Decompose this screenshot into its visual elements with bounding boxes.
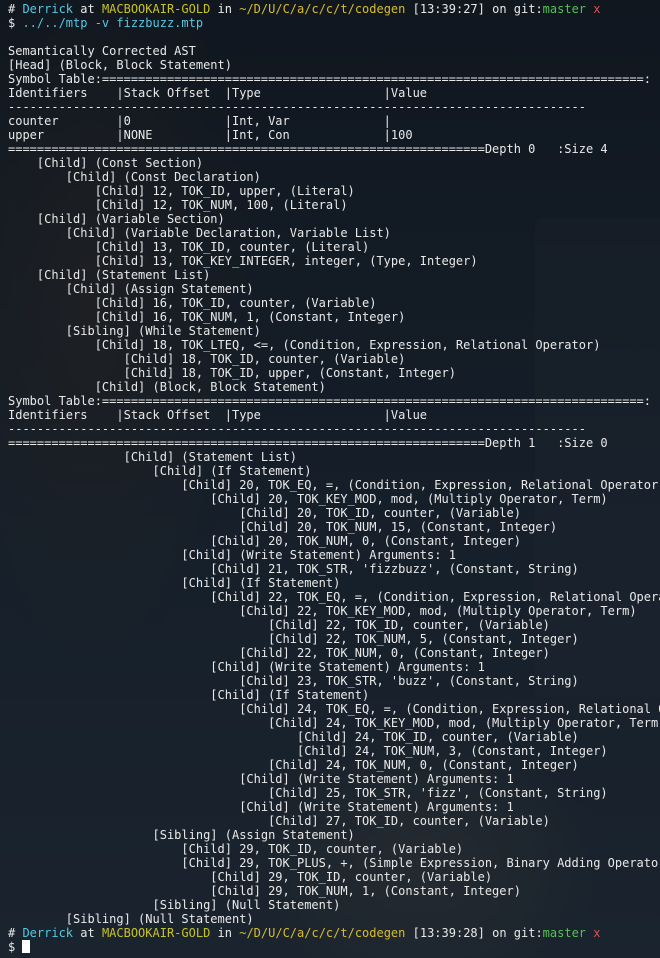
prompt-on-git: on git: xyxy=(484,2,543,16)
prompt-on-git: on git: xyxy=(484,926,543,940)
prompt-in: in xyxy=(210,2,240,16)
prompt-path: ~/D/U/C/a/c/c/t/codegen xyxy=(239,926,406,940)
output-line: Symbol Table:===========================… xyxy=(8,394,651,408)
output-line: [Child] (Write Statement) Arguments: 1 xyxy=(8,548,456,562)
output-line: [Child] 21, TOK_STR, 'fizzbuzz', (Consta… xyxy=(8,562,579,576)
prompt-hash: # xyxy=(8,2,23,16)
terminal-window[interactable]: # Derrick at MACBOOKAIR-GOLD in ~/D/U/C/… xyxy=(0,0,660,958)
prompt-branch: master xyxy=(542,926,587,940)
prompt-hash: # xyxy=(8,926,23,940)
output-line: [Sibling] (Assign Statement) xyxy=(8,828,355,842)
prompt-time: [13:39:27] xyxy=(405,2,485,16)
prompt-user: Derrick xyxy=(22,926,74,940)
output-line: [Child] 18, TOK_LTEQ, <=, (Condition, Ex… xyxy=(8,338,601,352)
output-line: [Child] (Write Statement) Arguments: 1 xyxy=(8,772,514,786)
output-line: [Child] (Statement List) xyxy=(8,268,211,282)
prompt-dirty-mark: x xyxy=(586,2,601,16)
output-line: [Child] 20, TOK_NUM, 0, (Constant, Integ… xyxy=(8,534,521,548)
command-text: ../../mtp -v fizzbuzz.mtp xyxy=(22,16,204,30)
input-line[interactable]: $ xyxy=(8,940,660,954)
output-line: [Child] 12, TOK_NUM, 100, (Literal) xyxy=(8,198,348,212)
prompt-user: Derrick xyxy=(22,2,74,16)
output-line: [Child] 20, TOK_ID, counter, (Variable) xyxy=(8,506,521,520)
output-line: [Sibling] (Null Statement) xyxy=(8,912,254,926)
output-line: [Child] (Variable Section) xyxy=(8,212,225,226)
output-line: [Child] 24, TOK_EQ, =, (Condition, Expre… xyxy=(8,702,660,716)
output-line: Identifiers |Stack Offset |Type |Value xyxy=(8,408,428,422)
output-line: [Child] 22, TOK_ID, counter, (Variable) xyxy=(8,618,550,632)
output-line: [Child] 18, TOK_ID, counter, (Variable) xyxy=(8,352,406,366)
output-line: [Child] (If Statement) xyxy=(8,576,341,590)
output-line: [Child] (Variable Declaration, Variable … xyxy=(8,226,391,240)
prompt-in: in xyxy=(210,926,240,940)
output-line: [Child] 23, TOK_STR, 'buzz', (Constant, … xyxy=(8,674,579,688)
prompt-line: # Derrick at MACBOOKAIR-GOLD in ~/D/U/C/… xyxy=(8,926,660,940)
output-line: Symbol Table:===========================… xyxy=(8,72,651,86)
output-line: [Child] 22, TOK_NUM, 5, (Constant, Integ… xyxy=(8,632,579,646)
output-line: [Child] (Assign Statement) xyxy=(8,282,254,296)
prompt-host: MACBOOKAIR-GOLD xyxy=(101,2,211,16)
output-line: ========================================… xyxy=(8,436,608,450)
output-line: [Child] 24, TOK_NUM, 3, (Constant, Integ… xyxy=(8,744,608,758)
output-line: ----------------------------------------… xyxy=(8,100,586,114)
output-line: [Child] 13, TOK_KEY_INTEGER, integer, (T… xyxy=(8,254,478,268)
output-line: [Child] 22, TOK_NUM, 0, (Constant, Integ… xyxy=(8,646,550,660)
output-line: [Head] (Block, Block Statement) xyxy=(8,58,232,72)
output-line: [Sibling] (While Statement) xyxy=(8,324,261,338)
prompt-host: MACBOOKAIR-GOLD xyxy=(101,926,211,940)
command-dollar: $ xyxy=(8,16,23,30)
prompt-time: [13:39:28] xyxy=(405,926,485,940)
output-line: [Child] 29, TOK_PLUS, +, (Simple Express… xyxy=(8,856,660,870)
output-line: [Child] (Const Section) xyxy=(8,156,204,170)
prompt-branch: master xyxy=(542,2,587,16)
output-line: [Child] 29, TOK_NUM, 1, (Constant, Integ… xyxy=(8,884,521,898)
prompt-path: ~/D/U/C/a/c/c/t/codegen xyxy=(239,2,406,16)
output-line: [Child] 22, TOK_EQ, =, (Condition, Expre… xyxy=(8,590,660,604)
output-line: [Child] 16, TOK_NUM, 1, (Constant, Integ… xyxy=(8,310,406,324)
input-dollar: $ xyxy=(8,940,23,954)
output-line: [Child] 18, TOK_ID, upper, (Constant, In… xyxy=(8,366,456,380)
output-line: [Child] (Const Declaration) xyxy=(8,170,261,184)
output-line: [Child] 25, TOK_STR, 'fizz', (Constant, … xyxy=(8,786,608,800)
prompt-at: at xyxy=(73,2,102,16)
prompt-at: at xyxy=(73,926,102,940)
output-line: [Child] 20, TOK_KEY_MOD, mod, (Multiply … xyxy=(8,492,608,506)
output-line: ========================================… xyxy=(8,142,608,156)
text-cursor xyxy=(22,940,31,953)
output-line: [Child] (Block, Block Statement) xyxy=(8,380,326,394)
output-line: [Child] 22, TOK_KEY_MOD, mod, (Multiply … xyxy=(8,604,637,618)
output-line: [Child] (If Statement) xyxy=(8,688,370,702)
output-line: [Child] (Write Statement) Arguments: 1 xyxy=(8,660,485,674)
output-line: ----------------------------------------… xyxy=(8,422,586,436)
output-line: upper |NONE |Int, Con |100 xyxy=(8,128,413,142)
prompt-line: # Derrick at MACBOOKAIR-GOLD in ~/D/U/C/… xyxy=(8,2,660,16)
output-line: [Child] 13, TOK_ID, counter, (Literal) xyxy=(8,240,370,254)
output-line: [Child] 16, TOK_ID, counter, (Variable) xyxy=(8,296,377,310)
prompt-dirty-mark: x xyxy=(586,926,601,940)
output-line: Identifiers |Stack Offset |Type |Value xyxy=(8,86,428,100)
command-output: Semantically Corrected AST [Head] (Block,… xyxy=(8,30,660,926)
output-line: [Child] 29, TOK_ID, counter, (Variable) xyxy=(8,842,464,856)
output-line: [Child] 27, TOK_ID, counter, (Variable) xyxy=(8,814,550,828)
output-line: [Child] 20, TOK_NUM, 15, (Constant, Inte… xyxy=(8,520,558,534)
output-line: [Child] 24, TOK_ID, counter, (Variable) xyxy=(8,730,579,744)
output-line: [Child] 24, TOK_KEY_MOD, mod, (Multiply … xyxy=(8,716,660,730)
output-line: [Child] (Write Statement) Arguments: 1 xyxy=(8,800,514,814)
output-line: counter |0 |Int, Var | xyxy=(8,114,391,128)
output-line: [Child] (If Statement) xyxy=(8,464,312,478)
output-line: [Child] 29, TOK_ID, counter, (Variable) xyxy=(8,870,493,884)
command-line: $ ../../mtp -v fizzbuzz.mtp xyxy=(8,16,660,30)
output-line: [Sibling] (Null Statement) xyxy=(8,898,341,912)
output-line: [Child] 12, TOK_ID, upper, (Literal) xyxy=(8,184,355,198)
output-line: [Child] 24, TOK_NUM, 0, (Constant, Integ… xyxy=(8,758,579,772)
output-line: [Child] 20, TOK_EQ, =, (Condition, Expre… xyxy=(8,478,660,492)
output-line: [Child] (Statement List) xyxy=(8,450,297,464)
output-line: Semantically Corrected AST xyxy=(8,44,196,58)
